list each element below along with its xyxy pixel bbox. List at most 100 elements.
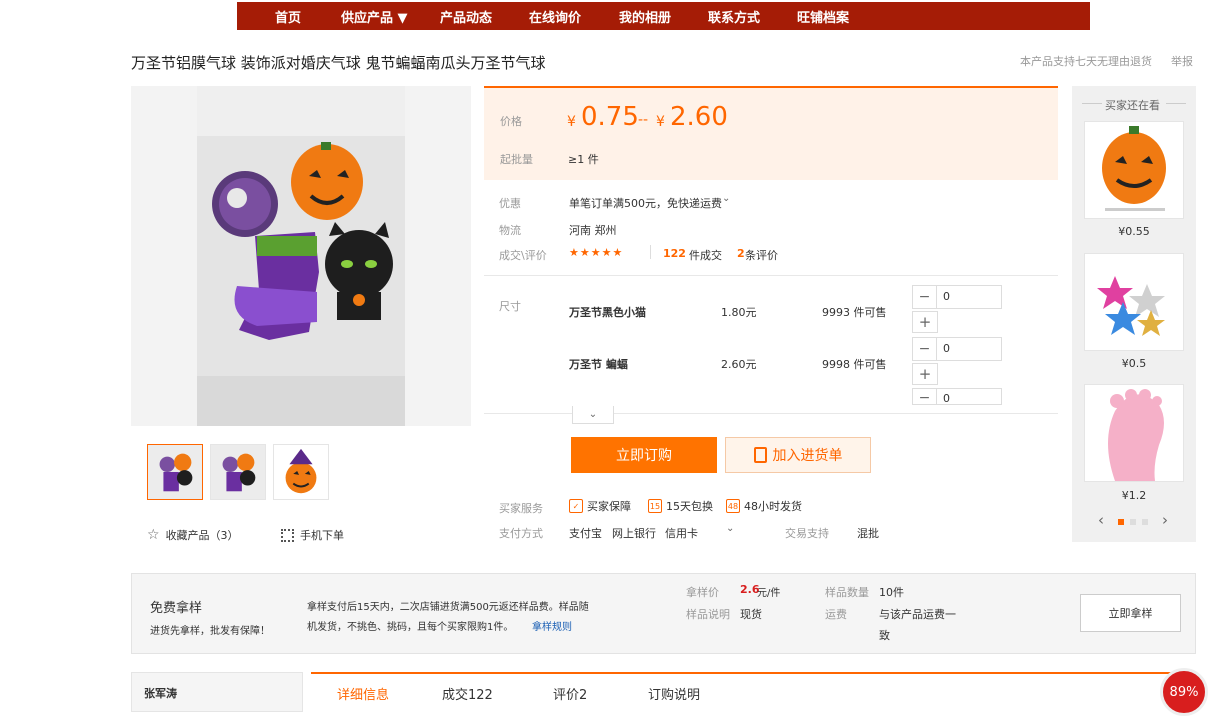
deals-suffix: 件成交: [689, 249, 722, 262]
sample-qty-value: 10件: [879, 586, 904, 599]
sample-rules-link[interactable]: 拿样规则: [532, 618, 572, 633]
plus-icon[interactable]: +: [912, 311, 938, 333]
price-separator: --: [638, 112, 649, 128]
add-to-cart-label: 加入进货单: [772, 448, 843, 464]
sample-price-unit: 元/件: [757, 588, 781, 599]
favorite-product[interactable]: ☆ 收藏产品（3）: [147, 527, 239, 543]
minus-icon[interactable]: −: [913, 286, 937, 308]
thumbnail-1[interactable]: [147, 444, 203, 500]
carousel-dot[interactable]: [1130, 519, 1136, 525]
divider: [1082, 103, 1102, 104]
calendar-icon: 15: [648, 499, 662, 513]
recommended-price-3: ¥1.2: [1121, 489, 1147, 502]
shop-name[interactable]: 张军涛: [144, 685, 177, 701]
sku-price-1: 1.80元: [721, 306, 757, 319]
nav-product-news[interactable]: 产品动态: [440, 7, 529, 26]
payment-label: 支付方式: [499, 527, 543, 540]
currency-symbol: ¥: [567, 114, 576, 130]
nav-album[interactable]: 我的相册: [619, 7, 708, 26]
sample-desc-value: 现货: [740, 608, 762, 621]
quantity-input-3[interactable]: 0: [937, 389, 950, 404]
quantity-input-2[interactable]: 0: [937, 338, 950, 360]
sku-name-2: 万圣节 蝙蝠: [569, 358, 628, 371]
mobile-order-label: 手机下单: [300, 529, 344, 542]
service-item-exchange[interactable]: 15 15天包换: [648, 498, 713, 514]
pay-credit: 信用卡: [665, 527, 698, 540]
nav-products[interactable]: 供应产品 ▼: [341, 7, 440, 26]
buyers-also-view: 买家还在看 ¥0.55 ¥0.5 ¥1.2 ‹ ›: [1072, 86, 1196, 542]
sample-desc-line2: 机发货，不挑色、挑码，且每个买家限购1件。: [307, 622, 514, 633]
expand-sku-toggle[interactable]: ⌄: [572, 406, 614, 424]
deals-count[interactable]: 122: [663, 247, 686, 260]
main-product-image[interactable]: [131, 86, 471, 426]
get-sample-button[interactable]: 立即拿样: [1080, 594, 1181, 632]
service-text: 48小时发货: [744, 500, 802, 513]
pay-alipay: 支付宝: [569, 527, 602, 540]
deal-review-label: 成交\评价: [499, 249, 547, 262]
price-low: 0.75: [581, 102, 639, 132]
divider: [484, 275, 1058, 276]
service-item-protection[interactable]: ✓ 买家保障: [569, 498, 631, 514]
thumbnail-3[interactable]: [273, 444, 329, 500]
progress-badge[interactable]: 89%: [1160, 668, 1208, 716]
tab-deals[interactable]: 成交122: [442, 684, 493, 703]
moq-label: 起批量: [500, 153, 533, 166]
tab-order-notes[interactable]: 订购说明: [648, 684, 700, 703]
logistics-label: 物流: [499, 224, 521, 237]
recommended-item-3[interactable]: [1084, 384, 1184, 482]
top-nav-bar: 首页 供应产品 ▼ 产品动态 在线询价 我的相册 联系方式 旺铺档案: [237, 2, 1090, 30]
plus-icon[interactable]: +: [912, 363, 938, 385]
trade-support-label: 交易支持: [785, 527, 829, 540]
carousel-dot-active[interactable]: [1118, 519, 1124, 525]
mobile-order[interactable]: 手机下单: [281, 527, 344, 543]
chevron-down-icon[interactable]: ⌄: [726, 523, 734, 534]
tab-details[interactable]: 详细信息: [337, 684, 389, 703]
add-to-cart-button[interactable]: 加入进货单: [725, 437, 871, 473]
chevron-right-icon[interactable]: ›: [1162, 511, 1168, 529]
minus-icon[interactable]: −: [913, 389, 937, 404]
reviews-count[interactable]: 2: [737, 247, 745, 260]
quantity-stepper-2[interactable]: − 0: [912, 337, 1002, 361]
sku-stock-1: 9993 件可售: [822, 306, 887, 319]
nav-inquiry[interactable]: 在线询价: [529, 7, 619, 26]
nav-contact[interactable]: 联系方式: [708, 7, 797, 26]
service-item-shipping[interactable]: 48 48小时发货: [726, 498, 802, 514]
quantity-stepper-3[interactable]: − 0: [912, 388, 1002, 405]
price-label: 价格: [500, 115, 522, 128]
recommended-item-1[interactable]: [1084, 121, 1184, 219]
minus-icon[interactable]: −: [913, 338, 937, 360]
pay-netbank: 网上银行: [612, 527, 656, 540]
price-high: 2.60: [670, 102, 728, 132]
quantity-stepper-1[interactable]: − 0: [912, 285, 1002, 309]
sku-stock-2: 9998 件可售: [822, 358, 887, 371]
product-title: 万圣节铝膜气球 装饰派对婚庆气球 鬼节蝙蝠南瓜头万圣节气球: [131, 54, 546, 72]
return-policy-link[interactable]: 本产品支持七天无理由退货: [1020, 53, 1152, 69]
clipboard-icon: [753, 447, 767, 463]
report-link[interactable]: 举报: [1171, 53, 1193, 69]
promo-label: 优惠: [499, 197, 521, 210]
sample-desc-label: 样品说明: [686, 608, 730, 621]
recommended-item-2[interactable]: [1084, 253, 1184, 351]
nav-shop-profile[interactable]: 旺铺档案: [797, 7, 877, 26]
shop-panel: 张军涛: [131, 672, 303, 712]
tab-reviews[interactable]: 评价2: [553, 684, 587, 703]
sku-name-1: 万圣节黑色小猫: [569, 306, 646, 319]
price-box: 价格 ¥ 0.75 -- ¥ 2.60 起批量 ≥1 件: [484, 86, 1058, 180]
buy-now-button[interactable]: 立即订购: [571, 437, 717, 473]
free-sample-bar: 免费拿样 进货先拿样，批发有保障！ 拿样支付后15天内，二次店铺进货满500元返…: [131, 573, 1196, 654]
service-text: 15天包换: [666, 500, 713, 513]
sample-desc-line1: 拿样支付后15天内，二次店铺进货满500元返还样品费。样品随: [307, 602, 589, 613]
nav-home[interactable]: 首页: [275, 7, 341, 26]
sample-ship-value-1: 与该产品运费一: [879, 608, 956, 621]
quantity-input-1[interactable]: 0: [937, 286, 950, 308]
sample-price-label: 拿样价: [686, 586, 719, 599]
sample-ship-label: 运费: [825, 608, 847, 621]
star-outline-icon: ☆: [147, 527, 160, 543]
thumbnail-2[interactable]: [210, 444, 266, 500]
chevron-left-icon[interactable]: ‹: [1098, 511, 1104, 529]
promo-text[interactable]: 单笔订单满500元，免快递运费: [569, 195, 722, 211]
recommended-price-1: ¥0.55: [1118, 225, 1150, 238]
carousel-dot[interactable]: [1142, 519, 1148, 525]
sample-subtitle: 进货先拿样，批发有保障！: [150, 626, 270, 637]
chevron-down-icon[interactable]: ⌄: [722, 193, 730, 204]
